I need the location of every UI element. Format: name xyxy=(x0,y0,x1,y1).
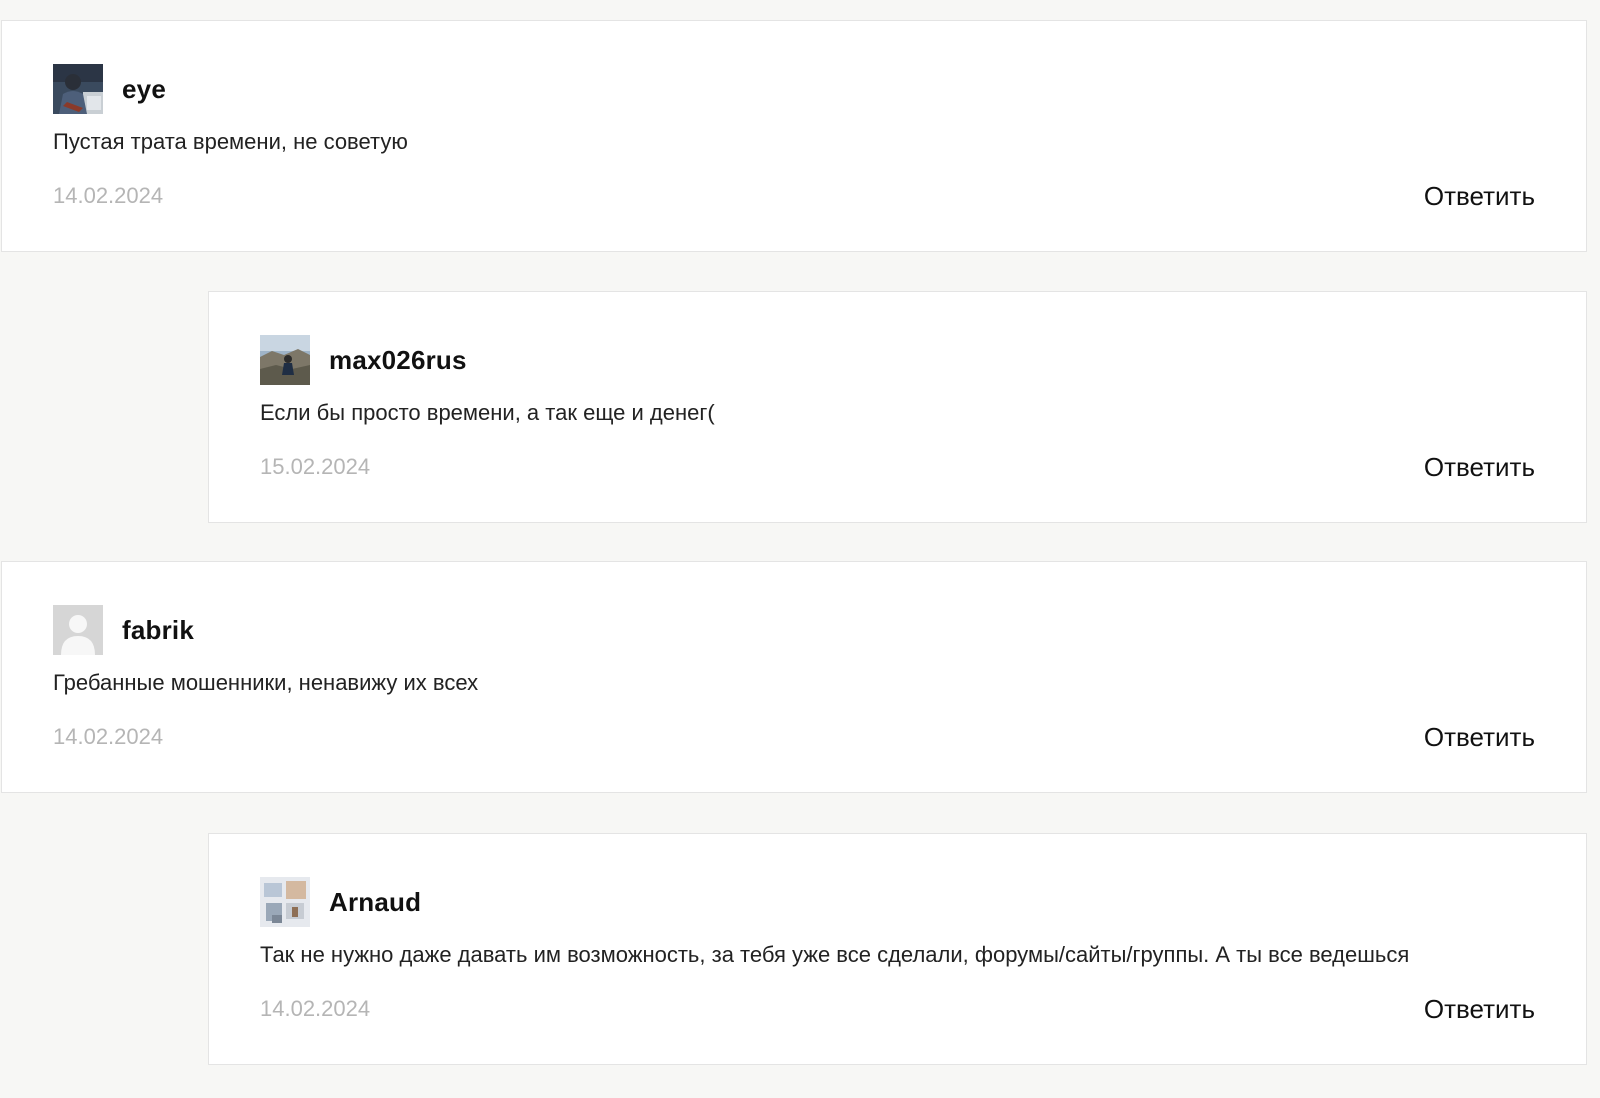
comment-card: eye Пустая трата времени, не советую 14.… xyxy=(1,20,1587,252)
comment-text: Так не нужно даже давать им возможность,… xyxy=(260,942,1410,967)
reply-comment-card: max026rus Если бы просто времени, а так … xyxy=(208,291,1587,523)
comment-date: 14.02.2024 xyxy=(53,183,164,208)
user-photo-icon[interactable] xyxy=(53,64,103,114)
comment-date: 15.02.2024 xyxy=(260,454,371,479)
comment-header: fabrik xyxy=(53,605,194,655)
reply-button[interactable]: Ответить xyxy=(1424,181,1535,212)
comment-header: eye xyxy=(53,64,166,114)
comment-author[interactable]: Arnaud xyxy=(329,887,421,918)
comments-list: eye Пустая трата времени, не советую 14.… xyxy=(0,0,1600,1098)
reply-button[interactable]: Ответить xyxy=(1424,994,1535,1025)
default-avatar-icon[interactable] xyxy=(53,605,103,655)
comment-text: Гребанные мошенники, ненавижу их всех xyxy=(53,670,479,695)
comment-date: 14.02.2024 xyxy=(53,724,164,749)
reply-button[interactable]: Ответить xyxy=(1424,722,1535,753)
reply-comment-card: Arnaud Так не нужно даже давать им возмо… xyxy=(208,833,1587,1065)
comment-header: max026rus xyxy=(260,335,467,385)
comment-text: Если бы просто времени, а так еще и дене… xyxy=(260,400,715,425)
comment-author[interactable]: eye xyxy=(122,74,166,105)
comment-header: Arnaud xyxy=(260,877,421,927)
user-photo-icon[interactable] xyxy=(260,335,310,385)
comment-text: Пустая трата времени, не советую xyxy=(53,129,408,154)
comment-author[interactable]: max026rus xyxy=(329,345,467,376)
comment-author[interactable]: fabrik xyxy=(122,615,194,646)
comment-date: 14.02.2024 xyxy=(260,996,371,1021)
reply-button[interactable]: Ответить xyxy=(1424,452,1535,483)
user-photo-icon[interactable] xyxy=(260,877,310,927)
comment-card: fabrik Гребанные мошенники, ненавижу их … xyxy=(1,561,1587,793)
